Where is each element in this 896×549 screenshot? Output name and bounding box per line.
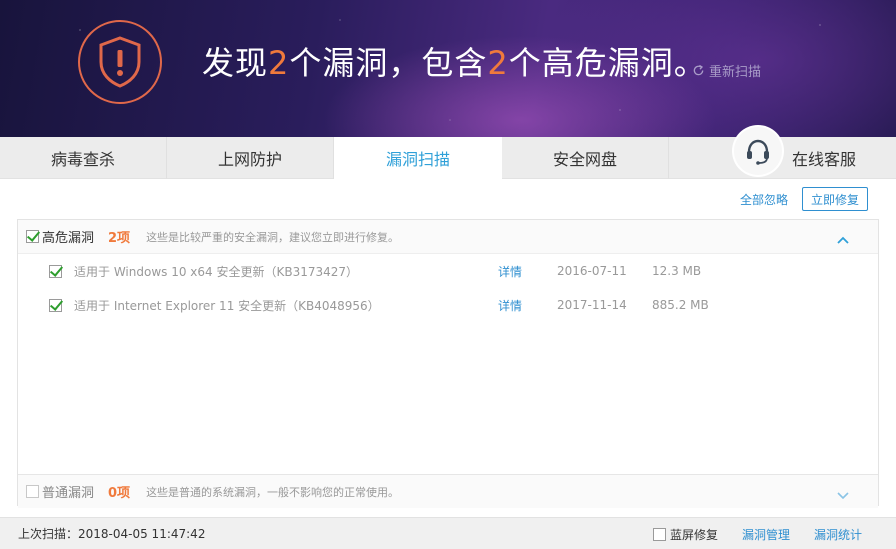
headline-text: 发现 — [202, 44, 269, 82]
vuln-title: 适用于 Windows 10 x64 安全更新（KB3173427） — [74, 264, 359, 279]
ignore-all-link[interactable]: 全部忽略 — [740, 191, 788, 208]
headset-icon — [734, 127, 782, 175]
vuln-row: 适用于 Internet Explorer 11 安全更新（KB4048956）… — [18, 288, 878, 322]
vuln-total-count: 2 — [268, 44, 290, 82]
vuln-detail-link[interactable]: 详情 — [498, 297, 557, 314]
rescan-label: 重新扫描 — [709, 65, 762, 80]
status-bar: 上次扫描：2018-04-05 11:47:42 蓝屏修复 漏洞管理 漏洞统计 — [0, 517, 896, 549]
headline-text: 个漏洞，包含 — [289, 44, 488, 82]
high-risk-group-count: 2项 — [108, 231, 131, 246]
high-risk-group-title: 高危漏洞 — [42, 231, 95, 246]
fix-now-button[interactable]: 立即修复 — [802, 187, 868, 211]
vuln-stats-link[interactable]: 漏洞统计 — [814, 526, 862, 543]
refresh-icon — [693, 64, 704, 76]
bluescreen-fix-checkbox[interactable] — [652, 527, 666, 541]
vuln-row-checkbox[interactable] — [49, 298, 62, 312]
normal-group-header: 普通漏洞 0项 这些是普通的系统漏洞，一般不影响您的正常使用。 — [18, 474, 878, 508]
scan-result-headline: 发现2个漏洞，包含2个高危漏洞。 — [202, 38, 707, 84]
collapse-chevron-up-icon[interactable] — [836, 230, 850, 249]
last-scan-time: 上次扫描：2018-04-05 11:47:42 — [18, 527, 206, 541]
normal-group-title: 普通漏洞 — [42, 486, 95, 501]
vuln-size: 12.3 MB — [652, 264, 702, 278]
normal-group-count: 0项 — [108, 486, 131, 501]
tab-cloud-disk[interactable]: 安全网盘 — [502, 137, 669, 179]
main-tabs: 病毒查杀 上网防护 漏洞扫描 安全网盘 在线客服 — [0, 127, 896, 179]
shield-warning-icon — [78, 20, 162, 104]
high-risk-group-header: 高危漏洞 2项 这些是比较严重的安全漏洞，建议您立即进行修复。 — [18, 220, 878, 254]
vuln-title: 适用于 Internet Explorer 11 安全更新（KB4048956） — [74, 298, 380, 313]
high-risk-group-desc: 这些是比较严重的安全漏洞，建议您立即进行修复。 — [146, 230, 400, 244]
online-support-button[interactable]: 在线客服 — [722, 127, 896, 179]
high-risk-count: 2 — [487, 44, 509, 82]
tab-vulnerability-scan[interactable]: 漏洞扫描 — [334, 137, 502, 179]
bluescreen-fix-label: 蓝屏修复 — [669, 527, 718, 542]
normal-group-checkbox[interactable] — [26, 485, 39, 498]
high-risk-group-checkbox[interactable] — [26, 230, 39, 243]
tab-virus-scan[interactable]: 病毒查杀 — [0, 137, 167, 179]
bluescreen-fix-toggle[interactable]: 蓝屏修复 — [652, 526, 718, 543]
online-support-label: 在线客服 — [792, 150, 857, 169]
footer-actions: 蓝屏修复 漏洞管理 漏洞统计 — [652, 518, 862, 549]
vuln-manage-link[interactable]: 漏洞管理 — [742, 526, 790, 543]
top-actions: 全部忽略 立即修复 — [740, 187, 868, 211]
vuln-content: 全部忽略 立即修复 高危漏洞 2项 这些是比较严重的安全漏洞，建议您立即进行修复… — [0, 179, 896, 517]
vuln-date: 2017-11-14 — [557, 298, 627, 312]
vuln-row-checkbox[interactable] — [49, 264, 62, 278]
vuln-row: 适用于 Windows 10 x64 安全更新（KB3173427） 详情 20… — [18, 254, 878, 288]
tab-web-protection[interactable]: 上网防护 — [167, 137, 334, 179]
vuln-detail-link[interactable]: 详情 — [498, 263, 557, 280]
rescan-button[interactable]: 重新扫描 — [692, 61, 761, 80]
vuln-date: 2016-07-11 — [557, 264, 627, 278]
headline-text: 个高危漏洞。 — [508, 44, 707, 82]
vuln-size: 885.2 MB — [652, 298, 709, 312]
vuln-list-panel: 高危漏洞 2项 这些是比较严重的安全漏洞，建议您立即进行修复。 适用于 Wind… — [17, 219, 879, 508]
header-banner: 发现2个漏洞，包含2个高危漏洞。 重新扫描 — [0, 0, 896, 137]
expand-chevron-down-icon[interactable] — [836, 485, 850, 504]
normal-group-desc: 这些是普通的系统漏洞，一般不影响您的正常使用。 — [146, 485, 400, 499]
